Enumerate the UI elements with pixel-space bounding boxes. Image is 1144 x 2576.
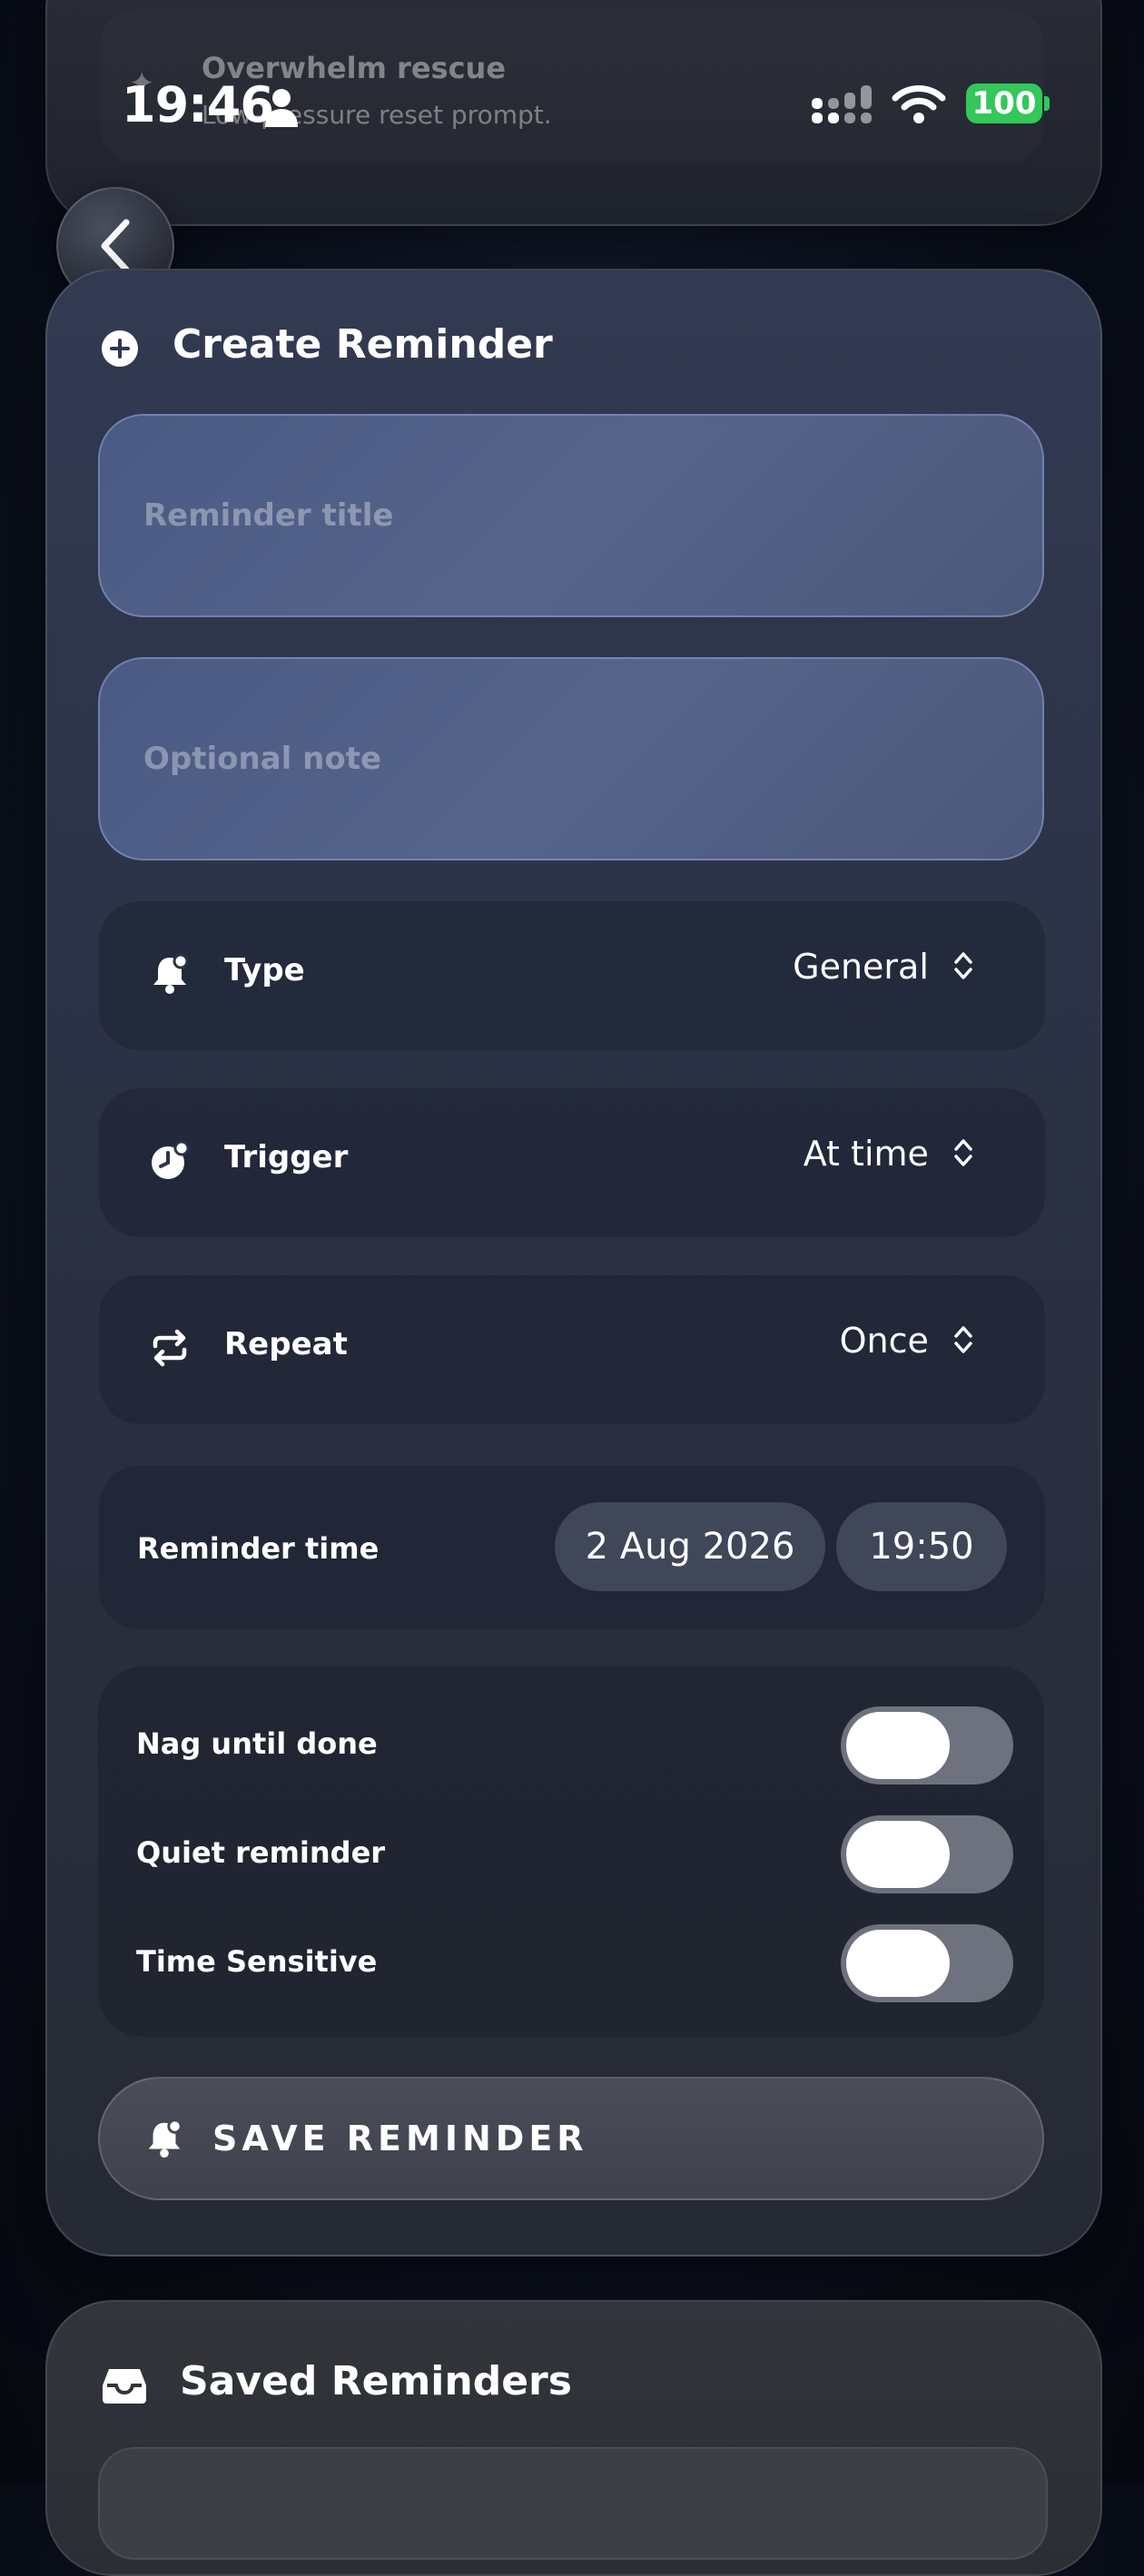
- saved-reminders-title: Saved Reminders: [180, 2358, 572, 2404]
- save-reminder-button[interactable]: SAVE REMINDER: [98, 2077, 1044, 2200]
- nag-until-done-label: Nag until done: [136, 1726, 378, 1761]
- trigger-select-row[interactable]: Trigger At time: [98, 1087, 1046, 1238]
- repeat-value: Once: [840, 1321, 974, 1361]
- chevron-up-down-icon: [954, 952, 972, 979]
- toggle-knob: [846, 1712, 950, 1779]
- trigger-label: Trigger: [224, 1139, 349, 1175]
- reminder-options-group: Nag until done Quiet reminder Time Sensi…: [98, 1667, 1044, 2037]
- reminder-time-label: Reminder time: [137, 1531, 380, 1566]
- person-icon: [265, 89, 298, 127]
- save-reminder-label: SAVE REMINDER: [212, 2119, 588, 2158]
- type-select-row[interactable]: Type General: [98, 900, 1046, 1051]
- status-time: 19:46: [122, 76, 274, 133]
- toggle-knob: [846, 1930, 950, 1997]
- repeat-icon: [153, 1329, 187, 1367]
- reminder-title-input[interactable]: [98, 414, 1044, 617]
- reminder-time-row: Reminder time 2 Aug 2026 19:50: [98, 1465, 1046, 1630]
- nag-until-done-toggle[interactable]: [841, 1706, 1013, 1785]
- quiet-reminder-label: Quiet reminder: [136, 1835, 386, 1870]
- wifi-icon: [892, 85, 946, 123]
- bell-badge-icon: [148, 2119, 182, 2158]
- chevron-left-icon: [101, 219, 130, 273]
- repeat-select-row[interactable]: Repeat Once: [98, 1274, 1046, 1425]
- battery-indicator: 100: [966, 84, 1042, 123]
- repeat-label: Repeat: [224, 1326, 348, 1362]
- type-value: General: [793, 947, 974, 987]
- optional-note-input[interactable]: [98, 657, 1044, 860]
- date-picker-button[interactable]: 2 Aug 2026: [555, 1502, 825, 1591]
- bell-badge-icon: [153, 953, 189, 994]
- create-reminder-title: Create Reminder: [173, 321, 553, 368]
- plus-circle-icon: [102, 330, 138, 367]
- battery-tip: [1044, 96, 1050, 111]
- cellular-signal-icon: [812, 85, 872, 123]
- trigger-value: At time: [804, 1134, 974, 1174]
- chevron-up-down-icon: [954, 1326, 972, 1353]
- time-sensitive-label: Time Sensitive: [136, 1944, 378, 1979]
- tray-icon: [103, 2369, 146, 2404]
- chevron-up-down-icon: [954, 1139, 972, 1166]
- time-sensitive-toggle[interactable]: [841, 1924, 1013, 2002]
- time-picker-button[interactable]: 19:50: [836, 1502, 1007, 1591]
- clock-badge-icon: [152, 1140, 190, 1179]
- saved-reminder-item[interactable]: [98, 2447, 1048, 2560]
- quiet-reminder-toggle[interactable]: [841, 1815, 1013, 1893]
- type-label: Type: [224, 952, 305, 988]
- toggle-knob: [846, 1821, 950, 1888]
